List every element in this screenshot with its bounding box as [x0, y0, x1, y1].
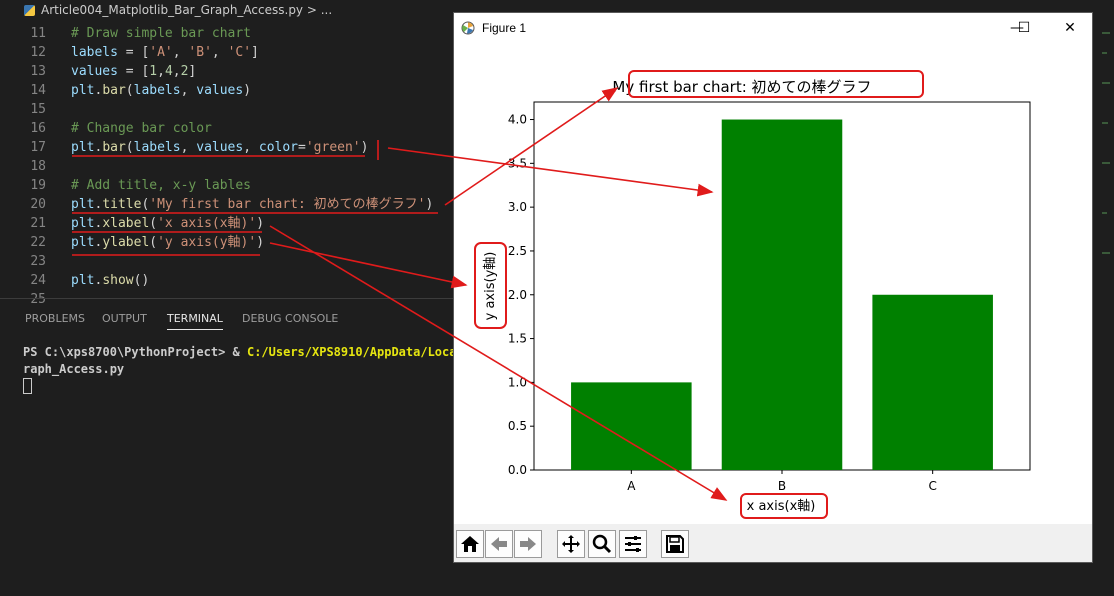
arrow-to-xlabel — [269, 225, 728, 501]
arrow-to-title — [444, 87, 619, 206]
arrow-to-bar — [387, 147, 714, 197]
annotation-overlay — [72, 87, 728, 501]
arrow-to-ylabel — [269, 242, 468, 289]
